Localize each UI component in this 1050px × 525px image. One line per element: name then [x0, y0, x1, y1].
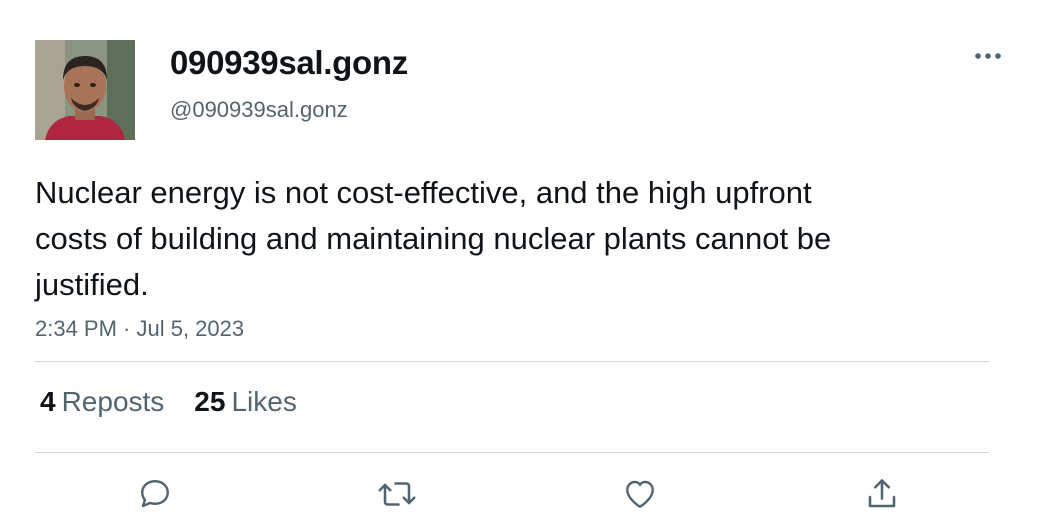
more-options-button[interactable]	[968, 42, 1008, 70]
tweet-card: 090939sal.gonz @090939sal.gonz Nuclear e…	[0, 0, 1050, 525]
avatar-image	[35, 40, 135, 140]
reply-button[interactable]	[135, 474, 175, 514]
like-button[interactable]	[620, 474, 660, 514]
share-icon	[868, 479, 896, 508]
reposts-count: 4	[40, 386, 56, 417]
repost-button[interactable]	[377, 474, 417, 514]
heart-icon	[626, 480, 654, 508]
engagement-stats: 4 Reposts 25 Likes	[40, 386, 297, 418]
likes-stat[interactable]: 25 Likes	[194, 386, 297, 418]
divider	[35, 452, 989, 453]
author-display-name[interactable]: 090939sal.gonz	[170, 44, 408, 82]
likes-count: 25	[194, 386, 226, 417]
divider	[35, 361, 989, 362]
reposts-stat[interactable]: 4 Reposts	[40, 386, 164, 418]
repost-icon	[378, 482, 416, 506]
share-button[interactable]	[862, 474, 902, 514]
author-handle[interactable]: @090939sal.gonz	[170, 97, 348, 123]
likes-label: Likes	[231, 386, 297, 417]
reply-icon	[141, 480, 169, 508]
avatar[interactable]	[35, 40, 135, 140]
reposts-label: Reposts	[61, 386, 165, 417]
tweet-text: Nuclear energy is not cost-effective, an…	[35, 175, 832, 302]
tweet-timestamp[interactable]: 2:34 PM · Jul 5, 2023	[35, 316, 244, 342]
more-horizontal-icon	[975, 53, 1001, 59]
